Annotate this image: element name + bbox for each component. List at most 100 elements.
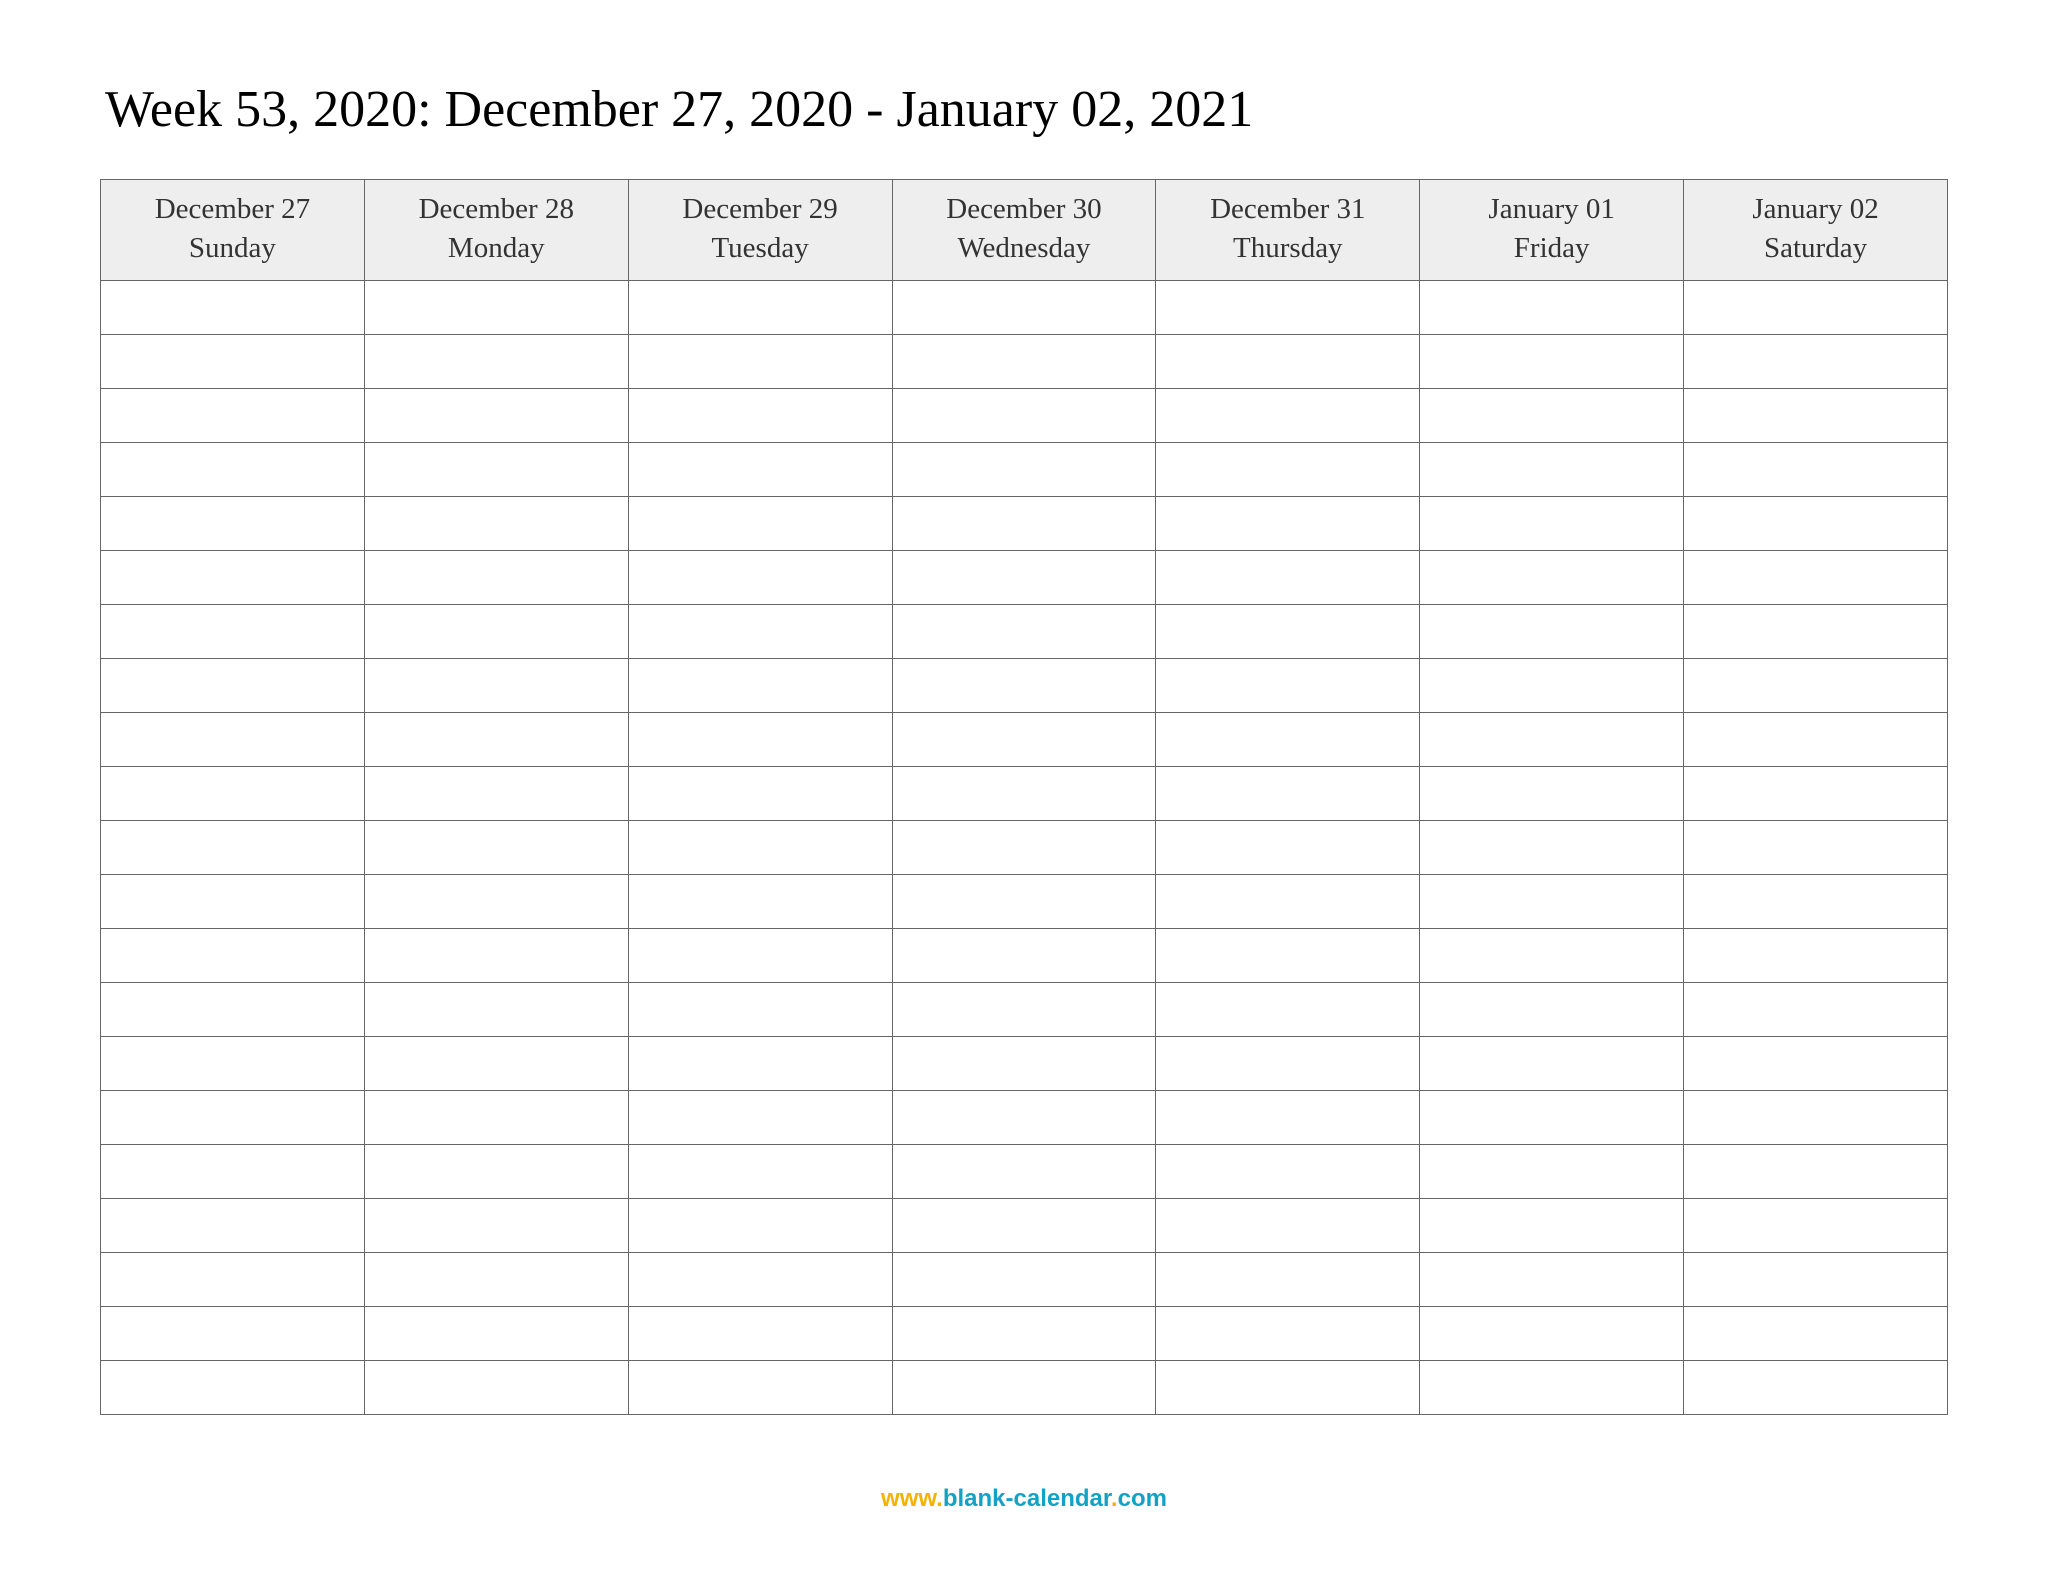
calendar-cell [364, 659, 628, 713]
calendar-cell [101, 659, 365, 713]
calendar-cell [1156, 1091, 1420, 1145]
calendar-cell [892, 281, 1156, 335]
calendar-cell [628, 443, 892, 497]
calendar-cell [892, 1361, 1156, 1415]
calendar-cell [1420, 983, 1684, 1037]
calendar-cell [364, 767, 628, 821]
calendar-cell [1156, 875, 1420, 929]
calendar-cell [892, 335, 1156, 389]
calendar-cell [364, 1253, 628, 1307]
calendar-cell [101, 497, 365, 551]
footer-tld: com [1118, 1485, 1167, 1512]
calendar-cell [1156, 389, 1420, 443]
calendar-cell [101, 1199, 365, 1253]
calendar-cell [1684, 389, 1948, 443]
calendar-cell [628, 1091, 892, 1145]
calendar-cell [101, 1037, 365, 1091]
calendar-cell [892, 875, 1156, 929]
calendar-cell [1156, 821, 1420, 875]
calendar-cell [364, 605, 628, 659]
table-row [101, 1361, 1948, 1415]
calendar-cell [892, 821, 1156, 875]
col-dow: Sunday [105, 229, 360, 268]
calendar-cell [101, 929, 365, 983]
calendar-cell [364, 929, 628, 983]
table-row [101, 443, 1948, 497]
calendar-cell [1156, 713, 1420, 767]
calendar-cell [364, 335, 628, 389]
calendar-cell [1684, 497, 1948, 551]
calendar-cell [364, 713, 628, 767]
calendar-cell [1684, 605, 1948, 659]
calendar-cell [628, 821, 892, 875]
footer-dot: . [1111, 1485, 1118, 1512]
calendar-cell [1420, 1307, 1684, 1361]
calendar-cell [1156, 281, 1420, 335]
weekly-calendar-table: December 27 Sunday December 28 Monday De… [100, 179, 1948, 1415]
calendar-cell [1684, 659, 1948, 713]
calendar-cell [628, 983, 892, 1037]
calendar-cell [892, 1307, 1156, 1361]
calendar-cell [628, 1253, 892, 1307]
col-date: December 29 [633, 190, 888, 229]
col-date: December 27 [105, 190, 360, 229]
calendar-cell [1420, 335, 1684, 389]
calendar-cell [1684, 281, 1948, 335]
col-date: December 31 [1160, 190, 1415, 229]
col-date: December 30 [897, 190, 1152, 229]
table-row [101, 1199, 1948, 1253]
calendar-cell [628, 551, 892, 605]
table-row [101, 659, 1948, 713]
calendar-cell [1684, 1361, 1948, 1415]
calendar-cell [101, 1091, 365, 1145]
calendar-cell [101, 281, 365, 335]
calendar-cell [1420, 1199, 1684, 1253]
footer-www: www [881, 1485, 936, 1512]
calendar-cell [1156, 443, 1420, 497]
calendar-cell [101, 335, 365, 389]
calendar-cell [101, 389, 365, 443]
table-row [101, 713, 1948, 767]
calendar-cell [628, 281, 892, 335]
calendar-cell [892, 1145, 1156, 1199]
col-date: January 02 [1688, 190, 1943, 229]
calendar-cell [1684, 1199, 1948, 1253]
footer-dot: . [936, 1485, 943, 1512]
table-row [101, 551, 1948, 605]
table-row [101, 389, 1948, 443]
calendar-cell [892, 659, 1156, 713]
calendar-cell [101, 875, 365, 929]
calendar-cell [1156, 497, 1420, 551]
calendar-cell [628, 1307, 892, 1361]
calendar-cell [1420, 281, 1684, 335]
calendar-cell [364, 497, 628, 551]
calendar-cell [101, 1253, 365, 1307]
col-date: January 01 [1424, 190, 1679, 229]
calendar-cell [628, 1037, 892, 1091]
col-header-saturday: January 02 Saturday [1684, 180, 1948, 281]
calendar-cell [364, 1091, 628, 1145]
calendar-cell [1156, 1145, 1420, 1199]
calendar-cell [628, 929, 892, 983]
calendar-cell [1156, 551, 1420, 605]
calendar-cell [1420, 1145, 1684, 1199]
col-dow: Friday [1424, 229, 1679, 268]
calendar-cell [628, 335, 892, 389]
calendar-cell [1684, 335, 1948, 389]
calendar-cell [1684, 929, 1948, 983]
page-title: Week 53, 2020: December 27, 2020 - Janua… [105, 80, 1948, 139]
calendar-cell [1156, 1361, 1420, 1415]
col-dow: Wednesday [897, 229, 1152, 268]
col-date: December 28 [369, 190, 624, 229]
calendar-cell [892, 389, 1156, 443]
calendar-cell [101, 1307, 365, 1361]
calendar-cell [1156, 605, 1420, 659]
footer-domain: blank-calendar [943, 1485, 1111, 1512]
calendar-cell [1684, 983, 1948, 1037]
calendar-cell [1684, 1091, 1948, 1145]
col-dow: Thursday [1160, 229, 1415, 268]
calendar-cell [892, 767, 1156, 821]
calendar-cell [628, 659, 892, 713]
calendar-cell [628, 605, 892, 659]
calendar-cell [364, 1361, 628, 1415]
